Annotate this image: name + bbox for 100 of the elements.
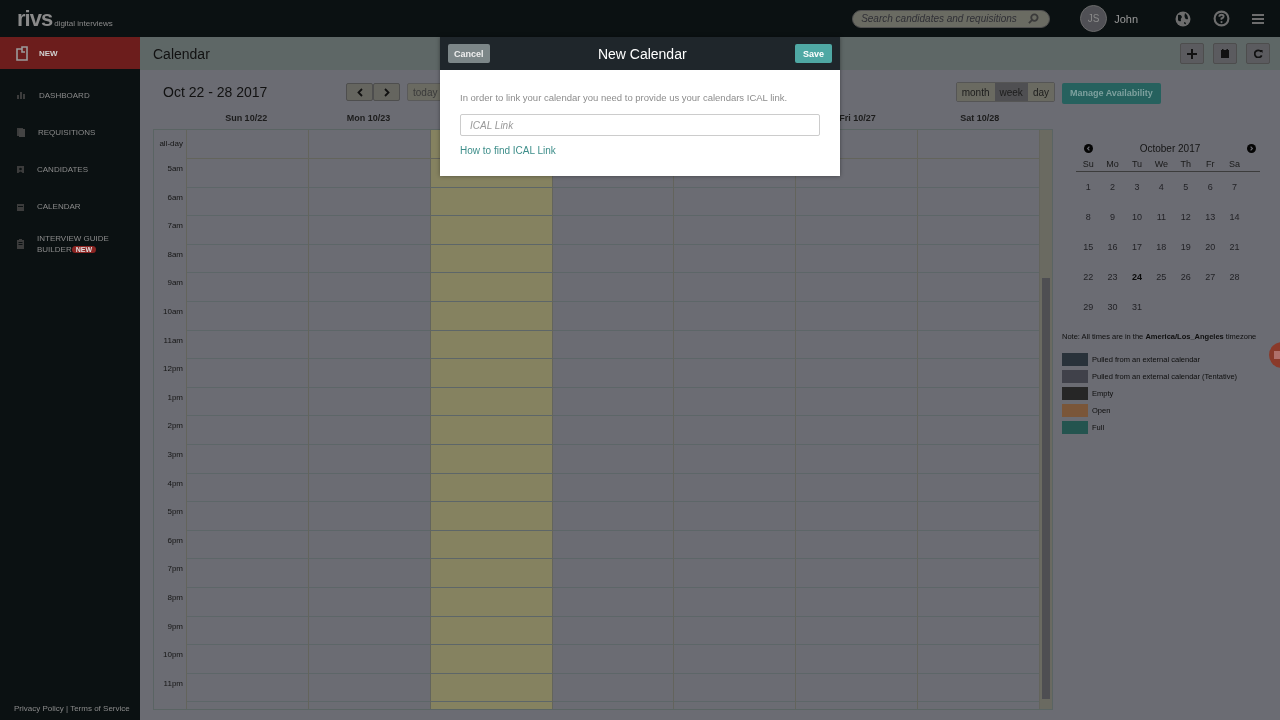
previous-month-icon[interactable]	[1084, 143, 1093, 153]
time-label: 5am	[167, 164, 183, 173]
calendar-day[interactable]: 12	[1173, 212, 1198, 222]
chevron-left-icon	[356, 87, 363, 97]
calendar-day[interactable]: 27	[1197, 272, 1223, 282]
time-label: 9pm	[167, 621, 183, 631]
previous-button[interactable]	[346, 83, 373, 101]
calendar-day[interactable]: 14	[1222, 212, 1247, 222]
calendar-day[interactable]: 6	[1197, 182, 1223, 192]
month-title: October 2017	[1139, 142, 1201, 154]
documents-icon	[17, 128, 25, 137]
user-name[interactable]: John	[1114, 12, 1138, 25]
time-label: 7am	[167, 221, 183, 231]
logo-tagline: digital interviews	[54, 18, 113, 28]
day-header: Sun 10/22	[225, 113, 268, 123]
calendar-icon	[1221, 49, 1229, 58]
calendar-day[interactable]: 5	[1173, 182, 1198, 192]
calendar-day[interactable]: 21	[1222, 242, 1247, 252]
nav-item[interactable]: REQUISITIONS	[0, 114, 140, 151]
nav-item[interactable]: CALENDAR	[0, 188, 140, 225]
time-label: 3pm	[167, 449, 183, 459]
time-label: 8am	[167, 249, 183, 259]
time-label: 11am	[163, 335, 183, 345]
calendar-day[interactable]: 28	[1222, 272, 1247, 282]
nav-item[interactable]: DASHBOARD	[0, 77, 140, 114]
nav-item[interactable]: CANDIDATES	[0, 151, 140, 188]
chat-widget-icon[interactable]	[1268, 341, 1280, 369]
weekday-label: Sa	[1228, 158, 1242, 169]
time-label: 8pm	[167, 592, 183, 602]
time-label: 9am	[167, 278, 183, 288]
calendar-day[interactable]: 9	[1100, 212, 1125, 222]
calendar-button[interactable]	[1213, 43, 1237, 64]
cancel-button[interactable]: Cancel	[448, 44, 490, 63]
calendar-day[interactable]: 3	[1124, 182, 1150, 192]
globe-icon[interactable]	[1175, 10, 1191, 27]
next-button[interactable]	[373, 83, 400, 101]
calendar-day[interactable]: 22	[1076, 272, 1101, 282]
weekday-label: Th	[1179, 158, 1192, 169]
day-header: Mon 10/23	[346, 113, 391, 123]
new-document-icon	[16, 45, 28, 61]
time-label: 7pm	[167, 564, 183, 574]
refresh-button[interactable]	[1246, 43, 1270, 64]
calendar-day[interactable]: 20	[1197, 242, 1223, 252]
add-button[interactable]	[1180, 43, 1204, 64]
time-label: 10am	[163, 306, 183, 316]
calendar-day[interactable]: 31	[1124, 302, 1150, 312]
calendar-day[interactable]: 7	[1222, 182, 1247, 192]
day-header: Sat 10/28	[960, 113, 1000, 123]
calendar-day[interactable]: 26	[1173, 272, 1198, 282]
view-tab[interactable]: month	[956, 83, 995, 101]
search-icon	[1028, 13, 1040, 24]
view-tab[interactable]: day	[1027, 83, 1054, 101]
save-button[interactable]: Save	[794, 44, 832, 63]
time-label: all-day	[159, 139, 183, 148]
weekday-label: Fr	[1204, 158, 1216, 169]
weekday-label: Tu	[1130, 158, 1144, 169]
refresh-icon	[1253, 49, 1263, 58]
nav-item[interactable]: NEW	[0, 37, 140, 69]
time-label: 4pm	[167, 478, 183, 488]
calendar-day[interactable]: 4	[1149, 182, 1174, 192]
calendar-day[interactable]: 11	[1149, 212, 1174, 222]
calendar-day[interactable]: 25	[1149, 272, 1174, 282]
weekday-label: We	[1153, 158, 1170, 169]
calendar-day[interactable]: 1	[1076, 182, 1101, 192]
chevron-right-icon	[383, 87, 390, 97]
logo[interactable]: rivs	[17, 7, 53, 30]
clipboard-icon	[17, 238, 24, 249]
manage-availability-button[interactable]: Manage Availability	[1062, 82, 1161, 104]
calendar-day[interactable]: 30	[1100, 302, 1125, 312]
calendar-day[interactable]: 15	[1076, 242, 1101, 252]
calendar-day[interactable]: 13	[1197, 212, 1223, 222]
calendar-day[interactable]: 17	[1124, 242, 1150, 252]
search-field[interactable]: Search candidates and requisitions	[852, 9, 1051, 28]
calendar-day[interactable]: 29	[1076, 302, 1101, 312]
time-label: 11pm	[163, 678, 183, 688]
calendar-day[interactable]: 24	[1124, 272, 1150, 282]
avatar[interactable]: JS	[1080, 5, 1108, 32]
time-label: 2pm	[167, 421, 183, 431]
calendar-day[interactable]: 18	[1149, 242, 1174, 252]
plus-icon	[1187, 48, 1197, 59]
calendar-day[interactable]: 8	[1076, 212, 1101, 222]
person-icon	[17, 166, 24, 173]
dialog-message: In order to link your calendar you need to provide us your calendars ICAL link.	[460, 92, 789, 103]
help-icon[interactable]	[1213, 10, 1230, 27]
time-label: 6pm	[167, 535, 183, 545]
calendar-day[interactable]: 10	[1124, 212, 1150, 222]
chart-icon	[17, 92, 26, 99]
weekday-label: Mo	[1105, 158, 1120, 169]
menu-icon[interactable]	[1252, 12, 1264, 25]
calendar-day[interactable]: 23	[1100, 272, 1125, 282]
scrollbar[interactable]	[1040, 130, 1052, 709]
ical-link-field[interactable]: ICAL Link	[460, 114, 820, 136]
calendar-day[interactable]: 19	[1173, 242, 1198, 252]
help-link[interactable]: How to find ICAL Link	[460, 145, 556, 156]
page-title: Calendar	[153, 45, 210, 62]
weekday-label: Su	[1081, 158, 1095, 169]
footer-links[interactable]: Privacy Policy | Terms of Service	[0, 704, 140, 720]
calendar-day[interactable]: 2	[1100, 182, 1125, 192]
calendar-day[interactable]: 16	[1100, 242, 1125, 252]
next-month-icon[interactable]	[1247, 143, 1256, 153]
